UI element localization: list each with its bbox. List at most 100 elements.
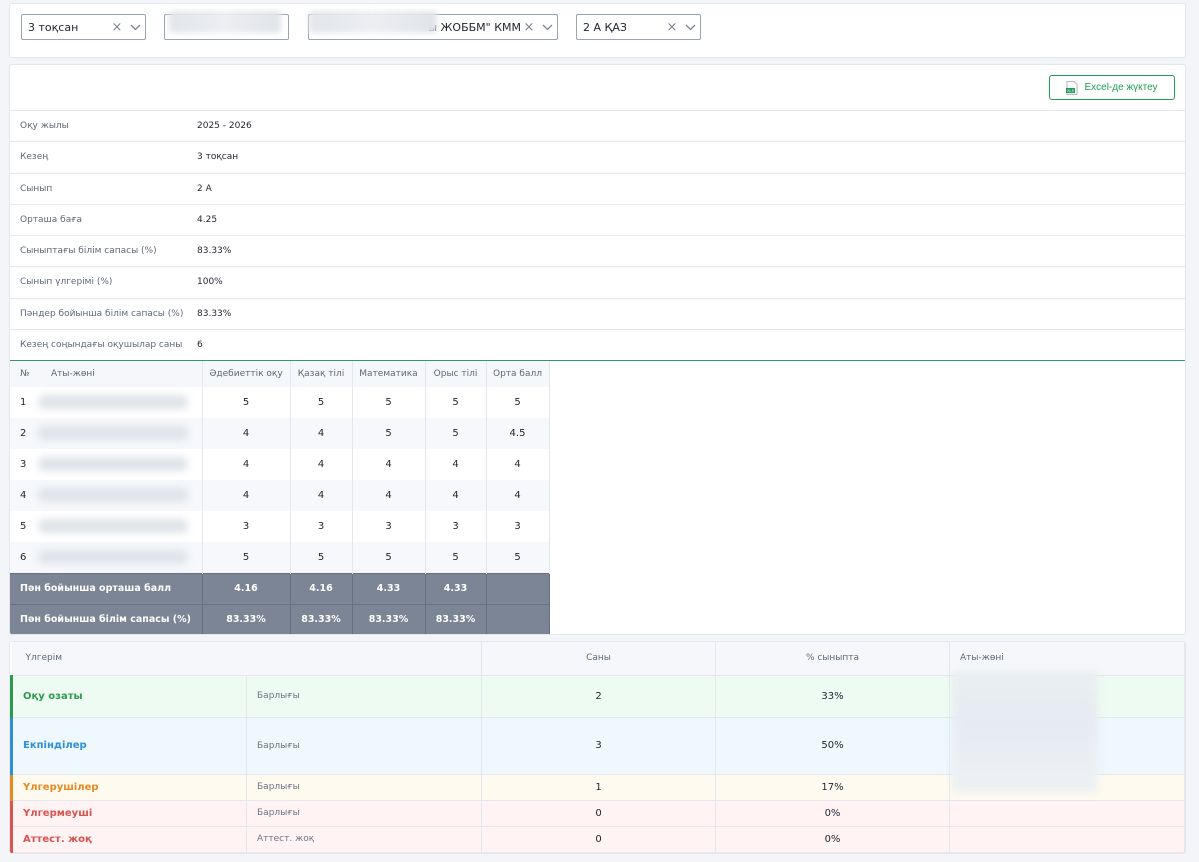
progress-count: 2 bbox=[481, 675, 716, 718]
progress-subcategory: Барлығы bbox=[246, 717, 482, 775]
chevron-down-icon[interactable] bbox=[537, 15, 557, 39]
grade-cell: 5 bbox=[425, 387, 487, 418]
table-row: 533333 bbox=[10, 511, 550, 542]
progress-percent: 0% bbox=[715, 826, 950, 853]
summary-label: Кезең соңындағы оқушылар саны bbox=[10, 328, 197, 361]
grade-cell: 3 bbox=[352, 511, 426, 542]
grade-cell: 5 bbox=[290, 542, 353, 573]
summary-label: Сынып bbox=[10, 172, 197, 205]
quarter-select[interactable]: 3 тоқсан × bbox=[21, 14, 146, 40]
summary-row: Орташа баға 4.25 bbox=[10, 203, 1185, 236]
progress-percent: 50% bbox=[715, 717, 950, 775]
grade-cell: 3 bbox=[202, 511, 291, 542]
row-number: 5 bbox=[20, 521, 27, 532]
grades-table: № Аты-жөні Әдебиеттік оқу Қазақ тілі Математ… bbox=[10, 361, 550, 634]
footer-value: 4.16 bbox=[290, 572, 353, 604]
redacted-name bbox=[38, 550, 188, 564]
col-header-count: Саны bbox=[481, 642, 716, 676]
grade-cell: 5 bbox=[486, 542, 550, 573]
footer-value: 83.33% bbox=[352, 603, 426, 634]
excel-export-button[interactable]: XLS Excel-де жүктеу bbox=[1049, 75, 1175, 100]
redacted-names bbox=[952, 671, 1098, 793]
grades-col-header: Аты-жөні bbox=[36, 361, 203, 387]
summary-value: 100% bbox=[197, 266, 1185, 298]
footer-value bbox=[486, 603, 550, 634]
progress-subcategory: Барлығы bbox=[246, 800, 482, 827]
footer-value: 83.33% bbox=[290, 603, 353, 634]
redacted-value bbox=[169, 11, 281, 33]
grade-cell: 5 bbox=[425, 418, 487, 449]
summary-table: Оқу жылы 2025 - 2026 Кезең 3 тоқсан Сынып … bbox=[10, 109, 1185, 361]
grades-col-header: Математика bbox=[352, 361, 426, 387]
report-card: XLS Excel-де жүктеу Оқу жылы 2025 - 2026… bbox=[9, 64, 1186, 635]
progress-percent: 0% bbox=[715, 800, 950, 827]
grade-cell: 5 bbox=[486, 387, 550, 418]
summary-row: Кезең 3 тоқсан bbox=[10, 141, 1185, 173]
progress-card: Үлгерім Саны % сыныпта Аты-жөні Оқу озат… bbox=[9, 641, 1186, 854]
excel-file-icon: XLS bbox=[1066, 80, 1078, 95]
summary-row: Пәндер бойынша білім сапасы (%) 83.33% bbox=[10, 297, 1185, 330]
grade-cell: 4 bbox=[486, 480, 550, 511]
summary-label: Оқу жылы bbox=[10, 109, 197, 142]
class-select-value: 2 А ҚАЗ bbox=[583, 20, 627, 34]
grade-cell: 4 bbox=[202, 480, 291, 511]
clear-icon[interactable]: × bbox=[521, 20, 537, 35]
grades-col-header: Әдебиеттік оқу bbox=[202, 361, 291, 387]
grade-cell: 4.5 bbox=[486, 418, 550, 449]
grade-cell: 5 bbox=[352, 387, 426, 418]
footer-label: Пән бойынша білім сапасы (%) bbox=[10, 603, 203, 634]
grade-cell: 4 bbox=[352, 449, 426, 480]
student-name bbox=[36, 387, 203, 418]
excel-export-label: Excel-де жүктеу bbox=[1084, 82, 1158, 93]
quarter-select-value: 3 тоқсан bbox=[28, 20, 79, 34]
redacted-name bbox=[38, 426, 188, 440]
progress-percent: 33% bbox=[715, 675, 950, 718]
student-name bbox=[36, 542, 203, 573]
student-name bbox=[36, 449, 203, 480]
table-row: 655555 bbox=[10, 542, 550, 573]
grades-col-header: Орыс тілі bbox=[425, 361, 487, 387]
footer-value: 83.33% bbox=[425, 603, 487, 634]
redacted-name bbox=[38, 457, 188, 471]
summary-row: Оқу жылы 2025 - 2026 bbox=[10, 109, 1185, 142]
redacted-value bbox=[309, 11, 437, 33]
progress-category: Екпінділер bbox=[10, 717, 247, 775]
row-number: 2 bbox=[10, 418, 36, 449]
summary-value: 3 тоқсан bbox=[197, 141, 1185, 173]
footer-row: Пән бойынша орташа балл 4.16 4.16 4.33 4.33 bbox=[10, 572, 550, 604]
row-number: 1 bbox=[20, 397, 27, 408]
redacted-name bbox=[38, 519, 188, 533]
clear-icon[interactable]: × bbox=[664, 20, 680, 35]
grades-col-header: Орта балл bbox=[486, 361, 550, 387]
summary-label: Сыныптағы білім сапасы (%) bbox=[10, 234, 197, 267]
progress-names bbox=[949, 826, 1185, 853]
grade-cell: 5 bbox=[290, 387, 353, 418]
progress-count: 0 bbox=[481, 800, 716, 827]
summary-value: 6 bbox=[197, 328, 1185, 361]
chevron-down-icon[interactable] bbox=[680, 15, 700, 39]
progress-percent: 17% bbox=[715, 774, 950, 801]
progress-count: 0 bbox=[481, 826, 716, 853]
table-row: 344444 bbox=[10, 449, 550, 480]
class-select[interactable]: 2 А ҚАЗ × bbox=[576, 14, 701, 40]
grade-cell: 4 bbox=[202, 418, 291, 449]
chevron-down-icon[interactable] bbox=[125, 15, 145, 39]
summary-value: 2025 - 2026 bbox=[197, 109, 1185, 142]
clear-icon[interactable]: × bbox=[109, 20, 125, 35]
grade-cell: 4 bbox=[425, 480, 487, 511]
student-name bbox=[36, 418, 203, 449]
grade-cell: 3 bbox=[425, 511, 487, 542]
progress-count: 3 bbox=[481, 717, 716, 775]
footer-value bbox=[486, 572, 550, 604]
grade-cell: 5 bbox=[202, 387, 291, 418]
grade-cell: 5 bbox=[425, 542, 487, 573]
table-row: 155555 bbox=[10, 387, 550, 418]
redacted-name bbox=[38, 395, 188, 409]
filter-bar: 3 тоқсан × ы ЖОББМ" КММ × 2 А ҚАЗ × bbox=[9, 3, 1186, 58]
school-select[interactable]: ы ЖОББМ" КММ × bbox=[308, 11, 558, 40]
progress-names bbox=[949, 800, 1185, 827]
grade-cell: 4 bbox=[425, 449, 487, 480]
footer-row: Пән бойынша білім сапасы (%) 83.33% 83.33%… bbox=[10, 603, 550, 634]
region-select[interactable] bbox=[164, 11, 289, 40]
grade-cell: 4 bbox=[290, 480, 353, 511]
